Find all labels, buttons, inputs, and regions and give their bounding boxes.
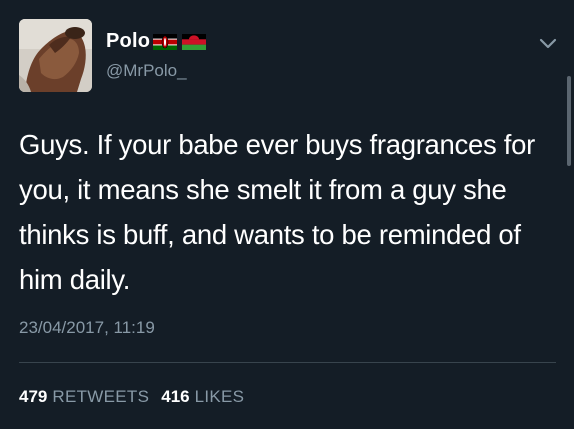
- chevron-down-icon[interactable]: [539, 37, 557, 51]
- scrollbar[interactable]: [567, 76, 571, 166]
- author-handle[interactable]: @MrPolo_: [106, 61, 187, 81]
- likes-label: LIKES: [194, 387, 245, 406]
- display-name[interactable]: Polo: [106, 30, 150, 53]
- tweet-text: Guys. If your babe ever buys fragrances …: [19, 129, 535, 295]
- avatar[interactable]: [19, 19, 92, 92]
- kenya-flag-icon: [153, 34, 177, 50]
- retweets-count: 479: [19, 387, 48, 406]
- tweet-detail: Polo @MrPolo_ Guys. If your babe ever bu…: [0, 0, 574, 429]
- retweets-label: RETWEETS: [52, 387, 150, 406]
- avatar-photo: [19, 19, 92, 92]
- retweets-stat[interactable]: 479 RETWEETS: [19, 387, 149, 407]
- flag-emojis: [153, 34, 206, 52]
- likes-stat[interactable]: 416 LIKES: [161, 387, 244, 407]
- divider: [19, 362, 556, 363]
- engagement-stats: 479 RETWEETS 416 LIKES: [19, 387, 244, 407]
- likes-count: 416: [161, 387, 190, 406]
- tweet-timestamp[interactable]: 23/04/2017, 11:19: [19, 318, 155, 338]
- malawi-flag-icon: [182, 34, 206, 50]
